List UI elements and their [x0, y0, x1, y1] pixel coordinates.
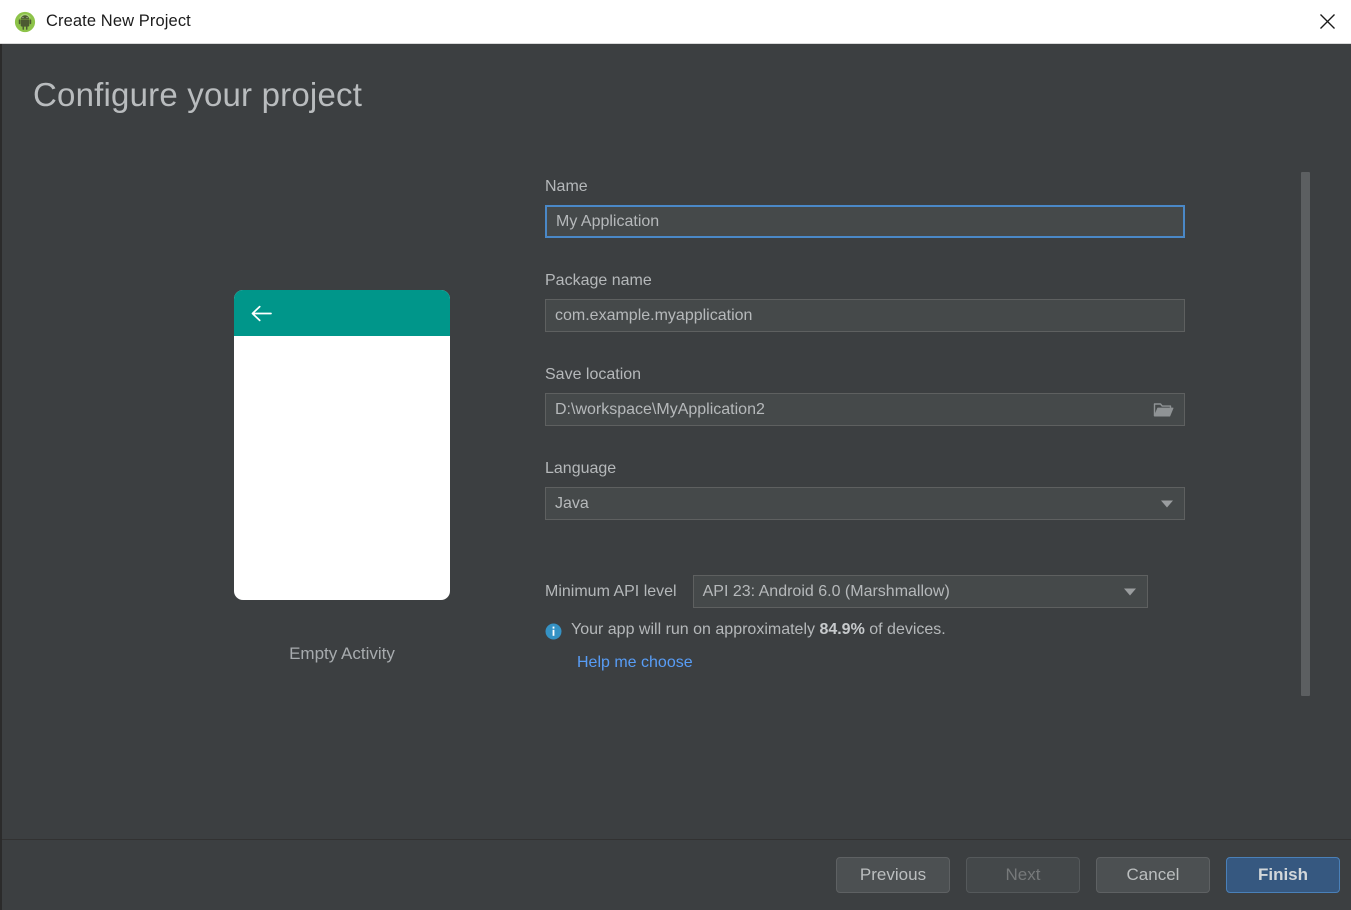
- save-location-input[interactable]: D:\workspace\MyApplication2: [545, 393, 1185, 426]
- android-studio-icon: [14, 11, 36, 33]
- cancel-button[interactable]: Cancel: [1096, 857, 1210, 893]
- back-arrow-icon: [251, 305, 272, 322]
- field-group-language: Language Java: [545, 460, 1185, 520]
- dialog-body: Configure your project Empty Activity Na…: [0, 44, 1351, 910]
- field-group-save-location: Save location D:\workspace\MyApplication…: [545, 366, 1185, 426]
- save-location-input-value: D:\workspace\MyApplication2: [546, 401, 765, 419]
- field-group-min-api: Minimum API level API 23: Android 6.0 (M…: [545, 575, 1185, 608]
- preview-card: [234, 290, 450, 600]
- dialog-footer: Previous Next Cancel Finish: [2, 840, 1351, 910]
- device-coverage-text: Your app will run on approximately 84.9%…: [571, 621, 946, 639]
- window-title: Create New Project: [46, 12, 191, 31]
- language-label: Language: [545, 460, 1185, 478]
- help-me-choose-link[interactable]: Help me choose: [577, 654, 1185, 672]
- coverage-percent: 84.9%: [819, 621, 864, 638]
- name-label: Name: [545, 178, 1185, 196]
- name-input-value: My Application: [547, 213, 659, 231]
- title-bar: Create New Project: [0, 0, 1351, 44]
- previous-button[interactable]: Previous: [836, 857, 950, 893]
- vertical-scrollbar[interactable]: [1301, 164, 1310, 704]
- chevron-down-icon: [1124, 588, 1136, 595]
- chevron-down-icon: [1161, 500, 1173, 507]
- field-group-package-name: Package name com.example.myapplication: [545, 272, 1185, 332]
- save-location-label: Save location: [545, 366, 1185, 384]
- package-name-label: Package name: [545, 272, 1185, 290]
- package-name-input-value: com.example.myapplication: [546, 307, 752, 325]
- coverage-text-before: Your app will run on approximately: [571, 621, 819, 638]
- field-group-name: Name My Application: [545, 178, 1185, 238]
- create-new-project-dialog: Create New Project Configure your projec…: [0, 0, 1351, 910]
- language-select[interactable]: Java: [545, 487, 1185, 520]
- min-api-select-value: API 23: Android 6.0 (Marshmallow): [694, 583, 950, 601]
- next-button: Next: [966, 857, 1080, 893]
- scrollbar-thumb[interactable]: [1301, 172, 1310, 696]
- template-preview: Empty Activity: [234, 290, 450, 664]
- project-config-form: Name My Application Package name com.exa…: [545, 178, 1185, 672]
- template-name: Empty Activity: [234, 644, 450, 664]
- finish-button[interactable]: Finish: [1226, 857, 1340, 893]
- device-coverage-info: Your app will run on approximately 84.9%…: [545, 621, 1185, 645]
- folder-icon[interactable]: [1153, 401, 1174, 418]
- page-title: Configure your project: [33, 76, 362, 114]
- package-name-input[interactable]: com.example.myapplication: [545, 299, 1185, 332]
- min-api-label: Minimum API level: [545, 583, 677, 601]
- coverage-text-after: of devices.: [865, 621, 946, 638]
- min-api-select[interactable]: API 23: Android 6.0 (Marshmallow): [693, 575, 1148, 608]
- close-icon[interactable]: [1303, 0, 1351, 43]
- name-input[interactable]: My Application: [545, 205, 1185, 238]
- info-icon: [545, 623, 562, 645]
- language-select-value: Java: [546, 495, 589, 513]
- preview-appbar: [234, 290, 450, 336]
